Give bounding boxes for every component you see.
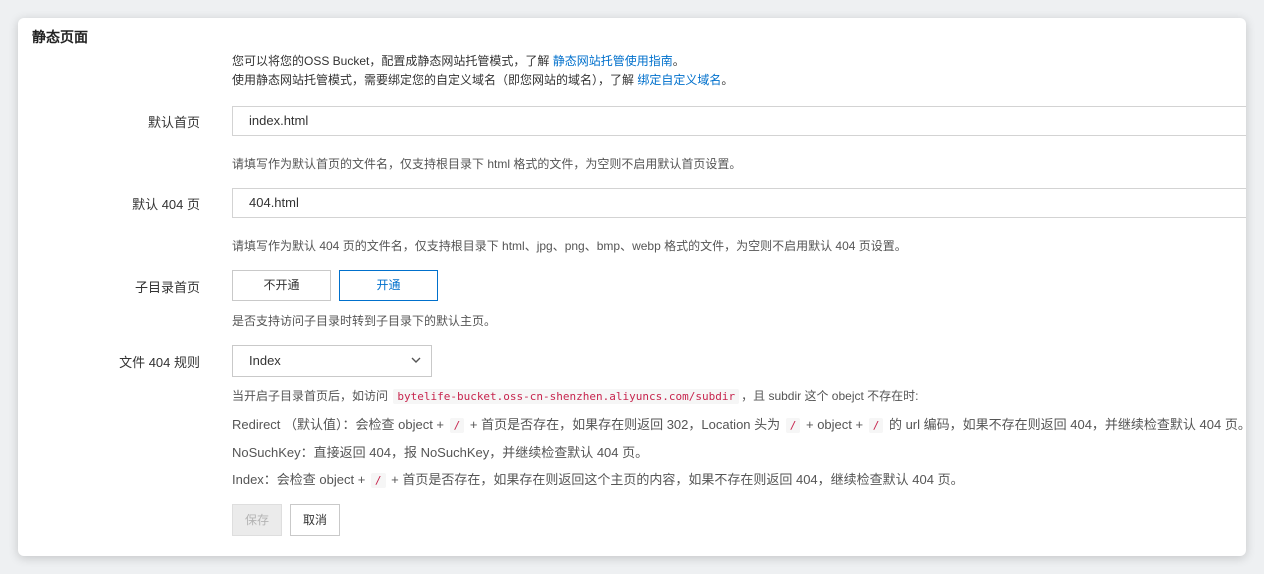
slash-code: / [868,418,884,433]
intro-line-1-text: 您可以将您的OSS Bucket，配置成静态网站托管模式，了解 [232,54,553,68]
rule-intro-prefix: 当开启子目录首页后，如访问 [232,389,392,403]
intro-line-1: 您可以将您的OSS Bucket，配置成静态网站托管模式，了解 静态网站托管使用… [232,52,733,71]
static-page-settings-panel: 静态页面 您可以将您的OSS Bucket，配置成静态网站托管模式，了解 静态网… [18,18,1246,556]
intro-line-2: 使用静态网站托管模式，需要绑定您的自定义域名（即您网站的域名），了解 绑定自定义… [232,71,733,90]
cancel-button[interactable]: 取消 [290,504,340,536]
default-404-help: 请填写作为默认 404 页的文件名，仅支持根目录下 html、jpg、png、b… [232,239,907,253]
default-404-label: 默认 404 页 [132,197,200,212]
rule-nosuchkey-text: NoSuchKey：直接返回 404，报 NoSuchKey，并继续检查默认 4… [232,445,649,460]
redirect-part-2: + 首页是否存在，如果存在则返回 302，Location 头为 [466,417,784,432]
rule-index-text: Index：会检查 object + / + 首页是否存在，如果存在则返回这个主… [232,469,964,488]
subdir-index-off-button[interactable]: 不开通 [232,270,331,301]
default-index-label: 默认首页 [147,115,200,130]
slash-code: / [785,418,801,433]
subdir-index-on-button[interactable]: 开通 [339,270,438,301]
intro-line-2-end: 。 [721,73,734,87]
file-404-rule-selected: Index [249,353,281,368]
default-index-help: 请填写作为默认首页的文件名，仅支持根目录下 html 格式的文件，为空则不启用默… [232,157,742,171]
static-hosting-guide-link[interactable]: 静态网站托管使用指南 [553,54,673,68]
intro-line-2-text: 使用静态网站托管模式，需要绑定您的自定义域名（即您网站的域名），了解 [232,73,638,87]
chevron-down-icon [411,357,421,363]
rule-intro-suffix: ，且 subdir 这个 obejct 不存在时: [741,389,919,403]
section-title: 静态页面 [32,29,88,45]
subdir-url-code: bytelife-bucket.oss-cn-shenzhen.aliyuncs… [393,389,740,404]
index-rule-part-1: Index：会检查 object + [232,472,369,487]
redirect-part-4: 的 url 编码，如果不存在则返回 404，并继续检查默认 404 页。 [885,417,1246,432]
rule-redirect-text: Redirect （默认值）：会检查 object + / + 首页是否存在，如… [232,414,1246,433]
index-rule-part-2: + 首页是否存在，如果存在则返回这个主页的内容，如果不存在则返回 404，继续检… [387,472,964,487]
slash-code: / [449,418,465,433]
file-404-rule-select[interactable]: Index [232,345,432,377]
file-404-rule-intro: 当开启子目录首页后，如访问 bytelife-bucket.oss-cn-she… [232,387,919,404]
intro-line-1-end: 。 [672,54,685,68]
redirect-part-1: Redirect （默认值）：会检查 object + [232,417,448,432]
subdir-index-help: 是否支持访问子目录时转到子目录下的默认主页。 [232,314,497,328]
bind-domain-link[interactable]: 绑定自定义域名 [637,73,721,87]
subdir-index-label: 子目录首页 [134,280,200,295]
intro-text: 您可以将您的OSS Bucket，配置成静态网站托管模式，了解 静态网站托管使用… [232,52,733,90]
save-button[interactable]: 保存 [232,504,282,536]
default-404-input[interactable]: 404.html [232,188,1246,218]
default-index-input[interactable]: index.html [232,106,1246,136]
slash-code: / [370,473,386,488]
file-404-rule-label: 文件 404 规则 [119,355,200,370]
redirect-part-3: + object + [802,417,867,432]
